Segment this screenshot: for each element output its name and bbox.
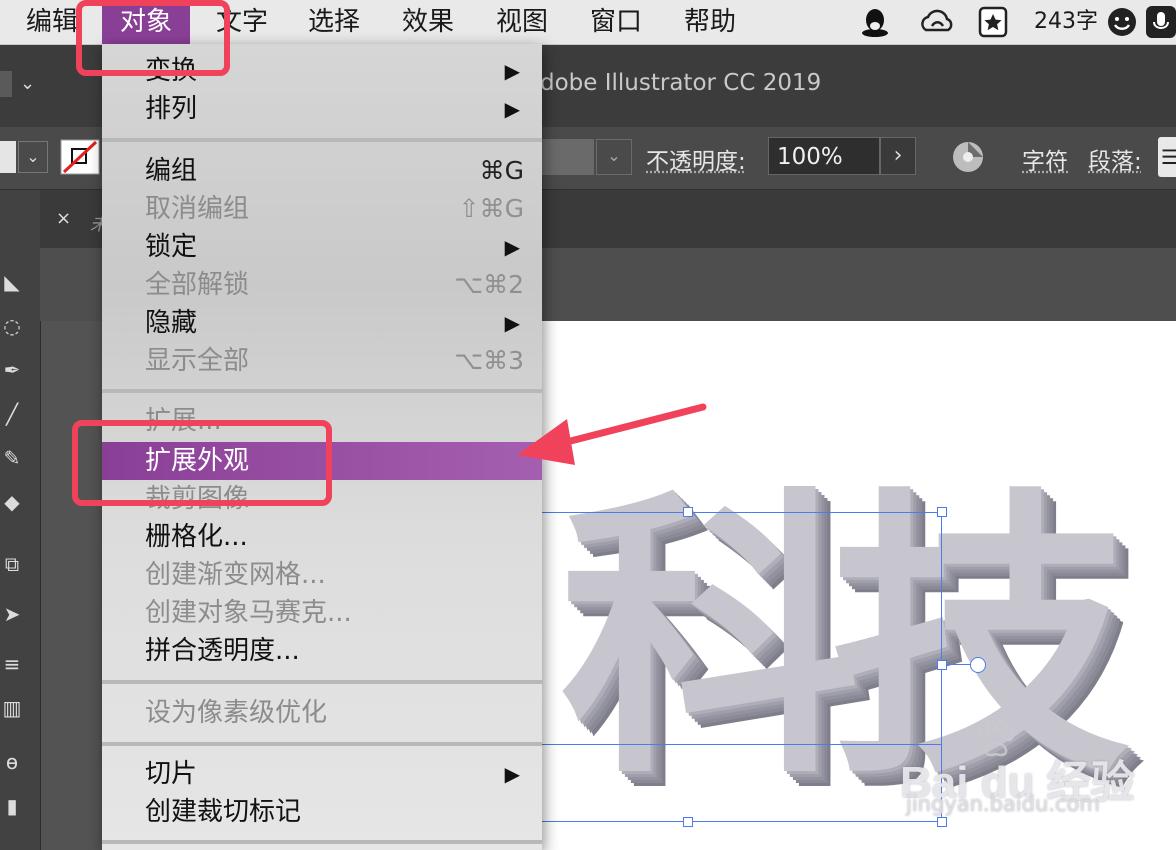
eyedropper-tool-icon[interactable]: ɵ bbox=[0, 750, 24, 774]
menu-help[interactable]: 帮助 bbox=[684, 0, 736, 44]
menu-item-hide[interactable]: 隐藏 ▶ bbox=[102, 304, 542, 342]
character-panel-link[interactable]: 字符 bbox=[1022, 142, 1068, 176]
paragraph-panel-link[interactable]: 段落: bbox=[1088, 142, 1142, 176]
menu-item-show-all: 显示全部 ⌥⌘3 bbox=[102, 342, 542, 380]
resize-handle-bottom[interactable] bbox=[683, 817, 693, 827]
scale-tool-icon[interactable]: ⧉ bbox=[0, 552, 24, 576]
shortcut-text: ⌘G bbox=[480, 152, 524, 190]
menu-item-create-trim-marks[interactable]: 创建裁切标记 bbox=[102, 793, 542, 831]
qq-penguin-icon[interactable] bbox=[860, 6, 890, 38]
resize-handle-right[interactable] bbox=[937, 660, 947, 670]
pen-tool-icon[interactable]: ✒ bbox=[0, 358, 24, 382]
opacity-label[interactable]: 不透明度: bbox=[646, 142, 746, 176]
watermark-url: jingyan.baidu.com bbox=[906, 792, 1100, 816]
word-count-text: 243字 bbox=[1034, 0, 1098, 44]
rotation-handle[interactable] bbox=[970, 657, 986, 673]
fill-swatch[interactable] bbox=[0, 141, 16, 173]
creative-cloud-icon[interactable] bbox=[918, 6, 958, 38]
submenu-arrow-icon: ▶ bbox=[505, 304, 520, 342]
resize-handle-top-right[interactable] bbox=[937, 507, 947, 517]
menu-edit[interactable]: 编辑 bbox=[26, 0, 78, 44]
star-app-icon[interactable] bbox=[978, 6, 1008, 38]
menu-effect[interactable]: 效果 bbox=[402, 0, 454, 44]
menu-item-pixel-perfect: 设为像素级优化 bbox=[102, 694, 542, 732]
selection-bounding-box[interactable] bbox=[540, 512, 942, 822]
menu-item-group[interactable]: 编组 ⌘G bbox=[102, 152, 542, 190]
menu-window[interactable]: 窗口 bbox=[590, 0, 642, 44]
resize-handle-bottom-right[interactable] bbox=[937, 817, 947, 827]
pencil-tool-icon[interactable]: ✎ bbox=[0, 446, 24, 470]
tools-panel: ◣ ◌ ✒ ╱ ✎ ◆ ⧉ ➤ ≡ ▥ ɵ ▮ bbox=[0, 190, 41, 850]
shortcut-text: ⌥⌘3 bbox=[454, 342, 524, 380]
rotation-connector bbox=[947, 664, 972, 665]
resize-handle-top[interactable] bbox=[683, 507, 693, 517]
menu-item-flatten-transparency[interactable]: 拼合透明度... bbox=[102, 632, 542, 670]
text-baseline bbox=[540, 744, 942, 745]
graph-tool-icon[interactable]: ▮ bbox=[0, 794, 24, 818]
gradient-tool-icon[interactable]: ▥ bbox=[0, 696, 24, 720]
direct-select-tool-icon[interactable]: ◣ bbox=[0, 270, 24, 294]
recolor-artwork-icon[interactable] bbox=[950, 139, 986, 175]
submenu-arrow-icon: ▶ bbox=[505, 90, 520, 128]
window-title: dobe Illustrator CC 2019 bbox=[540, 70, 821, 96]
menu-item-arrange[interactable]: 排列 ▶ bbox=[102, 90, 542, 128]
chevron-down-icon[interactable]: ⌄ bbox=[18, 141, 48, 173]
lasso-tool-icon[interactable]: ◌ bbox=[0, 314, 24, 338]
menu-item-ungroup: 取消编组 ⇧⌘G bbox=[102, 190, 542, 228]
shortcut-text: ⇧⌘G bbox=[459, 190, 524, 228]
menu-separator bbox=[102, 742, 542, 746]
menu-item-unlock-all: 全部解锁 ⌥⌘2 bbox=[102, 266, 542, 304]
annotation-highlight-expand-appearance bbox=[72, 420, 332, 506]
submenu-arrow-icon: ▶ bbox=[505, 755, 520, 793]
chevron-down-icon[interactable]: ⌄ bbox=[20, 73, 35, 94]
microphone-icon[interactable] bbox=[1146, 6, 1176, 38]
menu-item-rasterize[interactable]: 栅格化... bbox=[102, 518, 542, 556]
submenu-arrow-icon: ▶ bbox=[505, 52, 520, 90]
chevron-right-icon[interactable]: › bbox=[880, 137, 916, 175]
line-tool-icon[interactable]: ╱ bbox=[0, 402, 24, 426]
eraser-tool-icon[interactable]: ◆ bbox=[0, 490, 24, 514]
shortcut-text: ⌥⌘2 bbox=[454, 266, 524, 304]
annotation-highlight-object-menu bbox=[76, 0, 230, 76]
menu-separator bbox=[102, 680, 542, 684]
close-icon[interactable]: × bbox=[56, 208, 71, 229]
chevron-down-icon[interactable]: ⌄ bbox=[596, 139, 632, 175]
warp-tool-icon[interactable]: ➤ bbox=[0, 602, 24, 626]
menu-separator bbox=[102, 389, 542, 393]
blend-tool-icon[interactable]: ≡ bbox=[0, 652, 24, 676]
submenu-arrow-icon: ▶ bbox=[505, 228, 520, 266]
menu-item-lock[interactable]: 锁定 ▶ bbox=[102, 228, 542, 266]
menu-view[interactable]: 视图 bbox=[496, 0, 548, 44]
menu-select[interactable]: 选择 bbox=[308, 0, 360, 44]
menu-item-create-object-mosaic: 创建对象马赛克... bbox=[102, 594, 542, 632]
annotation-arrow-icon bbox=[505, 395, 715, 475]
panel-menu-icon[interactable]: ☰ bbox=[1158, 137, 1176, 177]
panel-toggle[interactable] bbox=[0, 71, 12, 97]
stroke-none-icon[interactable] bbox=[60, 139, 100, 175]
smiley-icon[interactable] bbox=[1106, 6, 1138, 38]
menu-item-create-gradient-mesh: 创建渐变网格... bbox=[102, 556, 542, 594]
menu-separator bbox=[102, 840, 542, 844]
menu-separator bbox=[102, 138, 542, 142]
menu-item-slice[interactable]: 切片 ▶ bbox=[102, 755, 542, 793]
opacity-input[interactable]: 100% bbox=[768, 137, 880, 175]
style-dropdown[interactable] bbox=[542, 139, 594, 175]
